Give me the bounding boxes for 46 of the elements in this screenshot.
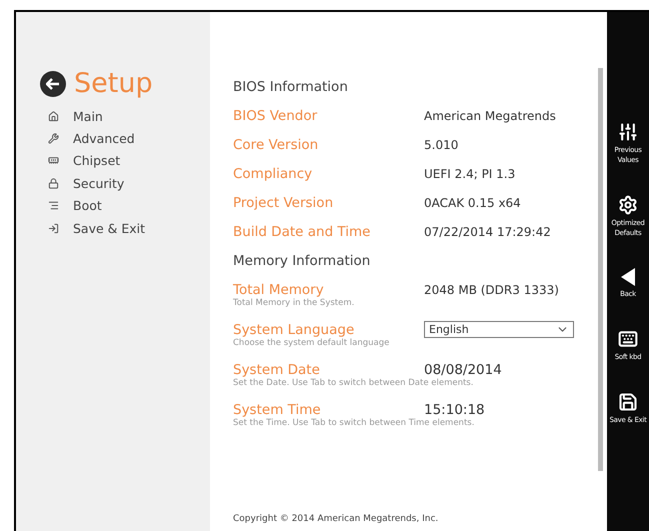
scrollbar[interactable] [598, 68, 603, 471]
setting-value[interactable]: 08/08/2014 [424, 362, 502, 378]
help-text: Set the Date. Use Tab to switch between Date elements. [233, 378, 474, 390]
nav-item[interactable]: Security [40, 172, 210, 195]
setting-label: Project Version [233, 194, 334, 210]
setting-value: 07/22/2014 17:29:42 [424, 224, 551, 238]
triangle-icon [621, 268, 635, 286]
home-icon [48, 110, 59, 122]
settings-icon [618, 195, 638, 215]
copyright-text: Copyright © 2014 American Megatrends, Inc. [233, 514, 440, 524]
setting-label: Compliancy [233, 166, 314, 182]
wrench-icon [48, 133, 59, 144]
setting-value: American Megatrends [424, 108, 556, 122]
setup-title: Setup [74, 68, 153, 99]
setting-label: Total Memory [233, 282, 325, 298]
save-icon [618, 392, 638, 412]
help-text: Set the Time. Use Tab to switch between Time elements. [233, 418, 476, 430]
setting-label: Core Version [233, 136, 320, 152]
setting-label: System Date [233, 362, 321, 378]
back-button[interactable] [40, 70, 66, 96]
setting-value: 0ACAK 0.15 x64 [424, 196, 521, 210]
section-heading: BIOS Information [233, 78, 348, 94]
nav-item[interactable]: Save & Exit [40, 216, 210, 240]
nav-item[interactable]: Main [40, 105, 210, 128]
exit-icon [48, 222, 59, 234]
setting-value[interactable]: 15:10:18 [424, 402, 485, 418]
help-text: Total Memory in the System. [233, 298, 356, 310]
setting-value: 5.010 [424, 138, 458, 152]
keyboard-icon [618, 329, 638, 349]
nav-item[interactable]: Advanced [40, 127, 210, 150]
setting-label: System Language [233, 322, 356, 338]
lines-icon [48, 200, 59, 212]
setting-label: BIOS Vendor [233, 108, 318, 124]
sliders-icon [618, 122, 638, 142]
help-text: Choose the system default language [233, 338, 390, 350]
memory-icon [48, 155, 59, 166]
setting-label: Build Date and Time [233, 224, 372, 240]
nav-item[interactable]: Chipset [40, 150, 210, 172]
setting-label: System Time [233, 402, 322, 418]
lock-icon [48, 178, 59, 189]
setting-value: 2048 MB (DDR3 1333) [424, 282, 559, 296]
section-heading: Memory Information [233, 252, 370, 268]
arrow-left-icon [46, 78, 60, 90]
language-dropdown[interactable]: English [424, 321, 574, 338]
setting-value: UEFI 2.4; PI 1.3 [424, 166, 516, 180]
nav-item[interactable]: Boot [40, 194, 210, 217]
